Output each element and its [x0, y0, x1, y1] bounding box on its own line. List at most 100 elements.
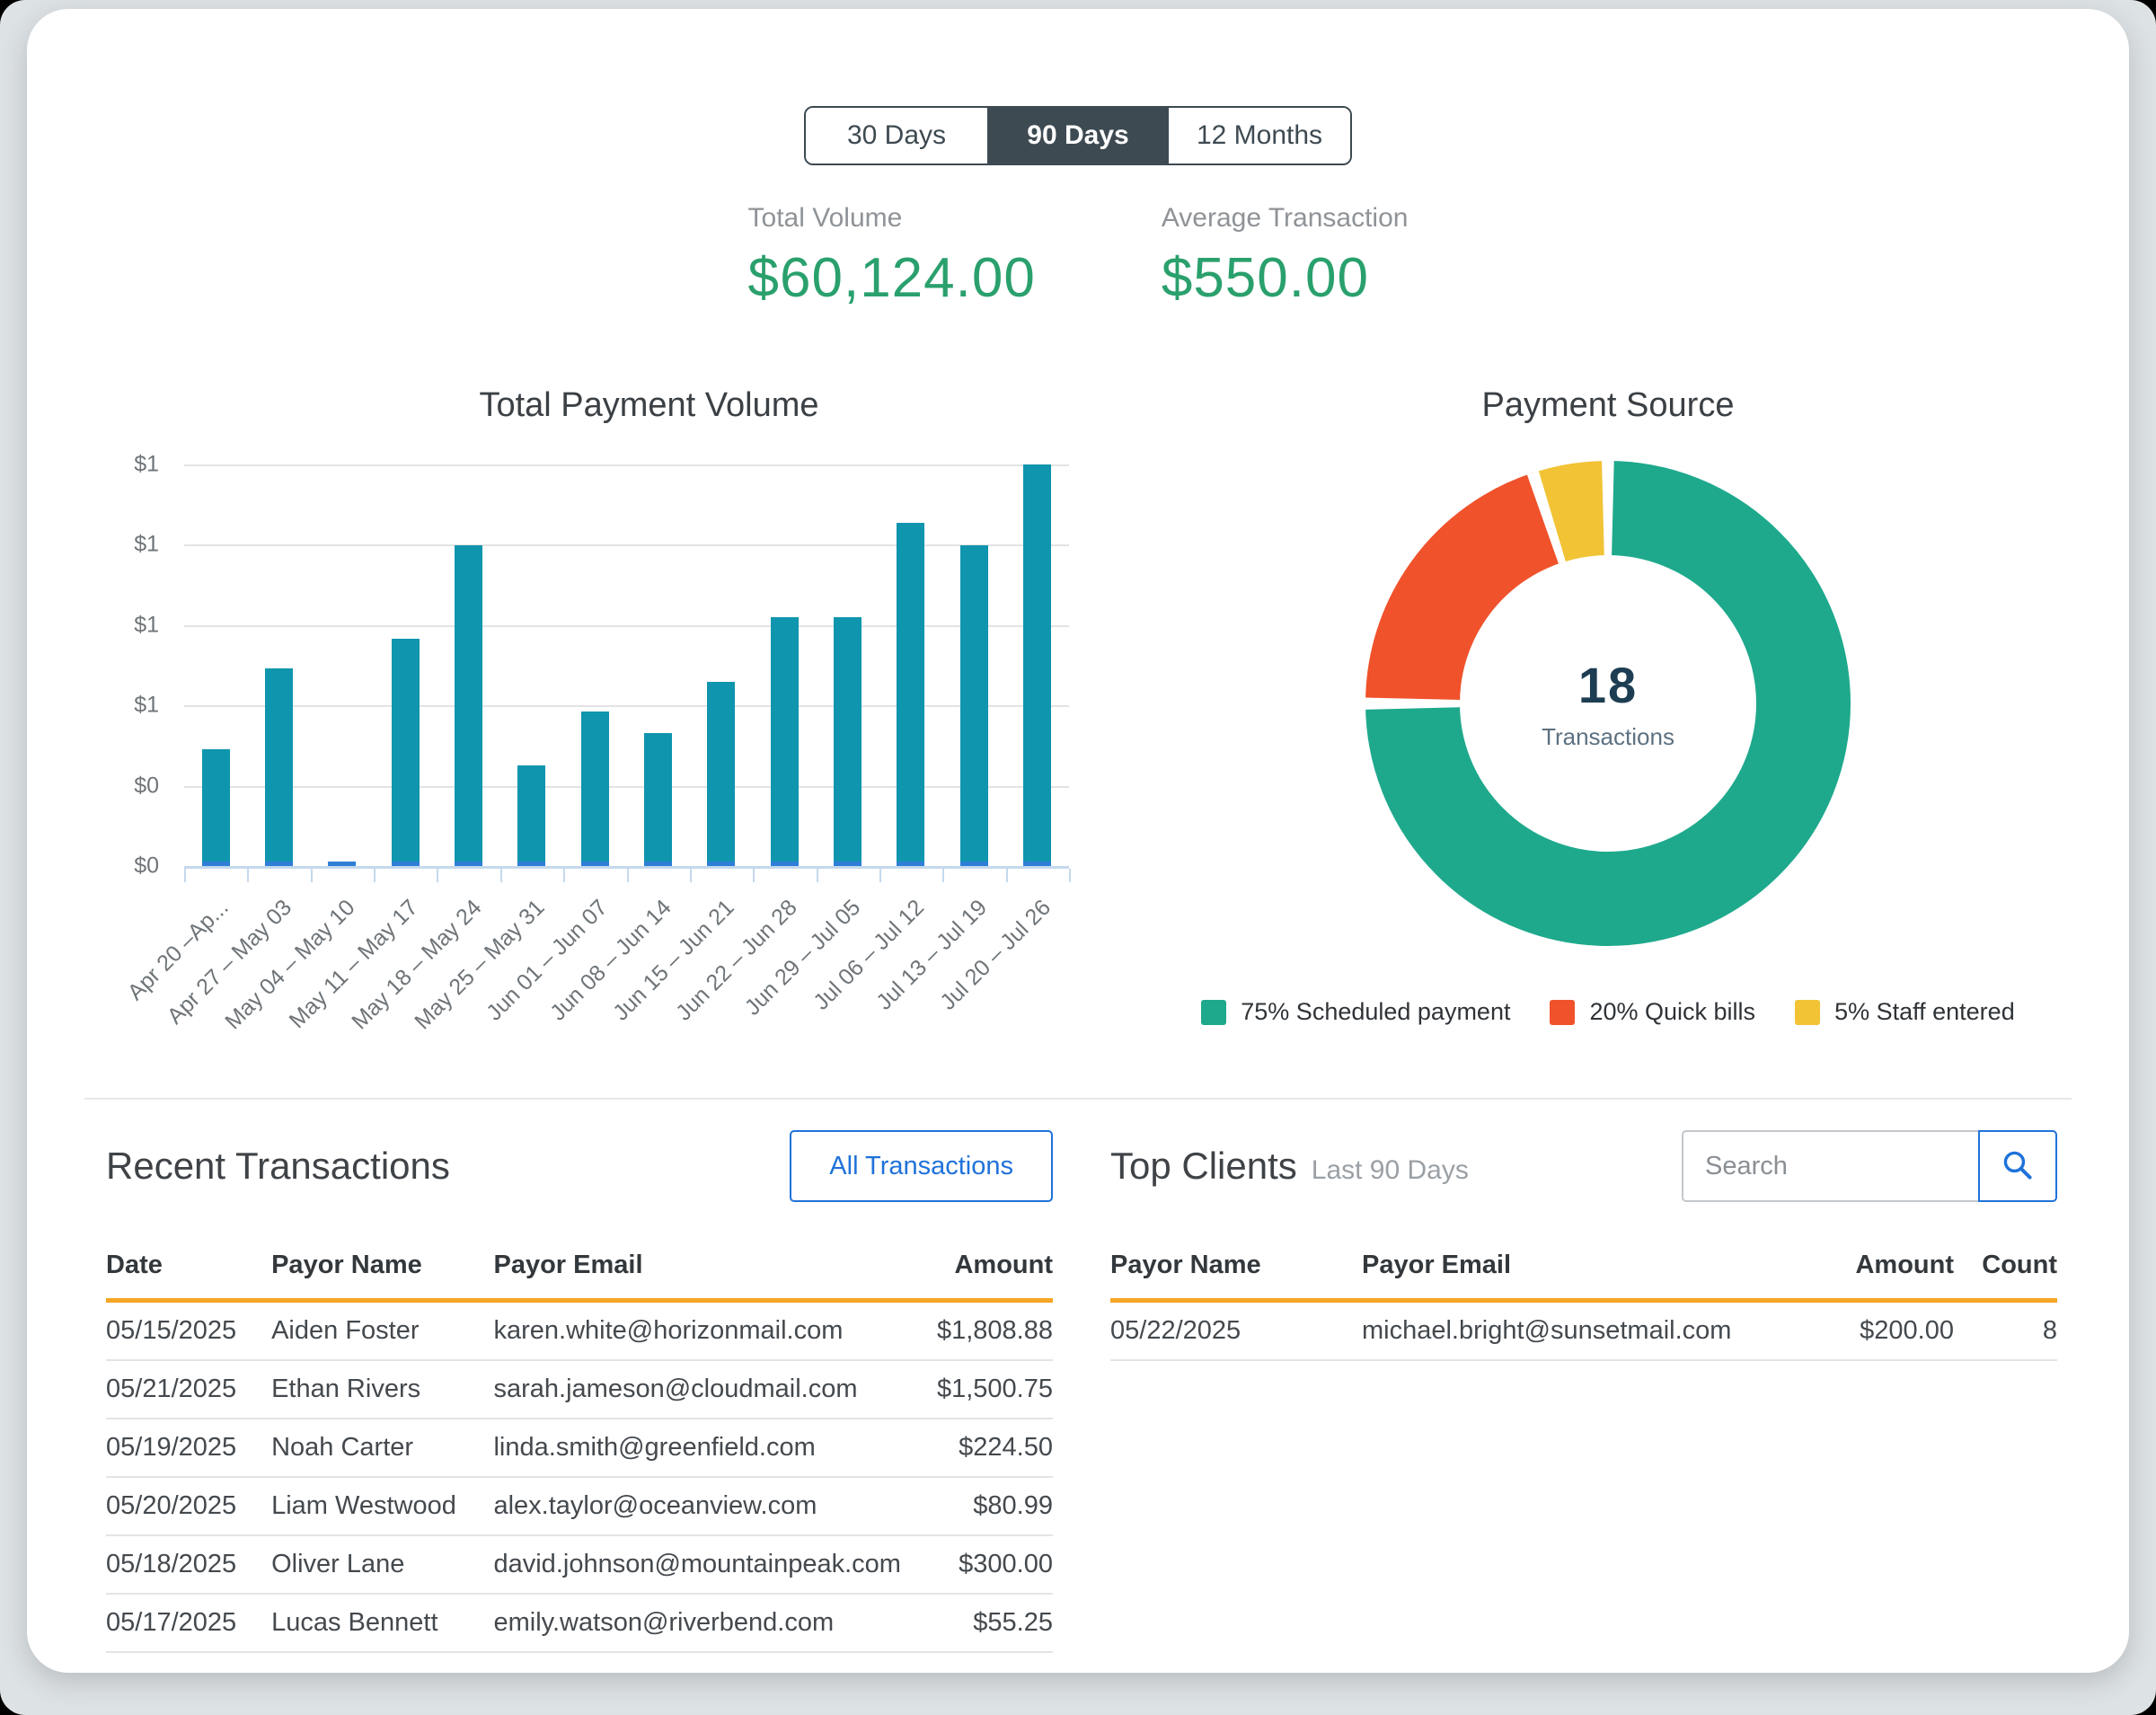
bar-jun-22-jun-28: [771, 617, 799, 866]
bar-chart-title: Total Payment Volume: [184, 386, 1114, 425]
section-divider: [84, 1098, 2072, 1100]
bar-jun-15-jun-21: [707, 682, 735, 866]
cell-count: 8: [1954, 1301, 2057, 1361]
cell-email: david.johnson@mountainpeak.com: [493, 1535, 900, 1594]
column-header-payor-name: Payor Name: [1110, 1236, 1362, 1301]
legend-item-20-quick-bills: 20% Quick bills: [1550, 998, 1755, 1026]
cell-email: michael.bright@sunsetmail.com: [1362, 1301, 1783, 1361]
cell-name: Oliver Lane: [271, 1535, 493, 1594]
cell-name: 05/22/2025: [1110, 1301, 1362, 1361]
cell-amount: $224.50: [901, 1419, 1053, 1477]
bar-chart-panel: Total Payment Volume $1$1$1$1$0$0 Apr 20…: [99, 386, 1114, 1062]
transaction-row: 05/17/2025Lucas Bennettemily.watson@rive…: [106, 1594, 1053, 1652]
cell-amount: $200.00: [1783, 1301, 1954, 1361]
axis-tick: [184, 869, 186, 882]
axis-tick: [374, 869, 376, 882]
legend-swatch: [1550, 1000, 1575, 1025]
bar-apr-27-may-03: [265, 668, 293, 866]
bar-jun-01-jun-07: [581, 712, 609, 866]
y-axis-tick-label: $1: [134, 452, 159, 478]
top-clients-heading: Top Clients Last 90 Days: [1110, 1145, 1469, 1188]
stat-value: $60,124.00: [748, 246, 1036, 310]
stat-label: Total Volume: [748, 203, 1036, 234]
legend-label: 5% Staff entered: [1834, 998, 2015, 1026]
client-search: [1682, 1130, 2057, 1202]
column-header-payor-name: Payor Name: [271, 1236, 493, 1301]
donut-chart-title: Payment Source: [1186, 386, 2030, 425]
cell-email: linda.smith@greenfield.com: [493, 1419, 900, 1477]
transaction-row: 05/18/2025Oliver Lanedavid.johnson@mount…: [106, 1535, 1053, 1594]
legend-swatch: [1201, 1000, 1226, 1025]
cell-amount: $1,500.75: [901, 1360, 1053, 1419]
stat-total-volume: Total Volume $60,124.00: [748, 203, 1036, 310]
transaction-row: 05/21/2025Ethan Riverssarah.jameson@clou…: [106, 1360, 1053, 1419]
x-axis: [184, 866, 1069, 882]
axis-tick: [879, 869, 881, 882]
cell-email: alex.taylor@oceanview.com: [493, 1477, 900, 1535]
axis-tick: [1069, 869, 1071, 882]
tab-12-months[interactable]: 12 Months: [1169, 108, 1350, 164]
all-transactions-button[interactable]: All Transactions: [790, 1130, 1053, 1202]
bar-may-11-may-17: [392, 639, 420, 866]
bar-may-18-may-24: [455, 545, 482, 866]
x-axis-label: Jul 20 – Jul 26: [935, 895, 1056, 1016]
legend-item-75-scheduled-payment: 75% Scheduled payment: [1201, 998, 1510, 1026]
axis-tick: [627, 869, 629, 882]
top-clients-subtitle: Last 90 Days: [1312, 1155, 1469, 1185]
recent-transactions-title: Recent Transactions: [106, 1145, 450, 1188]
tables-row: Recent Transactions All Transactions Dat…: [106, 1127, 2057, 1653]
axis-tick: [563, 869, 565, 882]
bar-jun-29-jul-05: [834, 617, 862, 866]
axis-tick: [500, 869, 502, 882]
donut-svg: [1356, 452, 1860, 955]
column-header-count: Count: [1954, 1236, 2057, 1301]
legend-swatch: [1795, 1000, 1820, 1025]
donut-chart-panel: Payment Source 18 Transactions 75% Sched…: [1186, 386, 2030, 1026]
y-axis-tick-label: $1: [134, 612, 159, 638]
app-background: 30 Days90 Days12 Months Total Volume $60…: [0, 0, 2156, 1715]
axis-tick: [942, 869, 944, 882]
cell-date: 05/21/2025: [106, 1360, 271, 1419]
tab-30-days[interactable]: 30 Days: [806, 108, 987, 164]
legend-label: 75% Scheduled payment: [1241, 998, 1510, 1026]
bar-jun-08-jun-14: [644, 733, 672, 866]
axis-tick: [753, 869, 755, 882]
recent-transactions-table: DatePayor NamePayor EmailAmount 05/15/20…: [106, 1236, 1053, 1653]
axis-tick: [437, 869, 438, 882]
cell-amount: $55.25: [901, 1594, 1053, 1652]
search-button[interactable]: [1978, 1130, 2057, 1202]
top-clients-table: Payor NamePayor EmailAmountCount 05/22/2…: [1110, 1236, 2057, 1361]
summary-stats: Total Volume $60,124.00 Average Transact…: [27, 203, 2129, 310]
stat-value: $550.00: [1162, 246, 1409, 310]
charts-row: Total Payment Volume $1$1$1$1$0$0 Apr 20…: [27, 370, 2129, 1098]
legend-item-5-staff-entered: 5% Staff entered: [1795, 998, 2015, 1026]
x-axis-labels: Apr 20 –Ap...Apr 27 – May 03May 04 – May…: [184, 882, 1069, 1062]
recent-transactions-section: Recent Transactions All Transactions Dat…: [106, 1127, 1053, 1653]
cell-name: Noah Carter: [271, 1419, 493, 1477]
cell-date: 05/15/2025: [106, 1301, 271, 1361]
bar-may-25-may-31: [517, 765, 545, 866]
axis-tick: [311, 869, 313, 882]
cell-name: Aiden Foster: [271, 1301, 493, 1361]
bar-jul-13-jul-19: [960, 545, 988, 866]
axis-tick: [1006, 869, 1008, 882]
cell-date: 05/18/2025: [106, 1535, 271, 1594]
transaction-row: 05/20/2025Liam Westwoodalex.taylor@ocean…: [106, 1477, 1053, 1535]
column-header-date: Date: [106, 1236, 271, 1301]
y-axis-tick-label: $0: [134, 853, 159, 880]
search-input[interactable]: [1682, 1130, 1978, 1202]
legend-label: 20% Quick bills: [1589, 998, 1755, 1026]
y-axis-tick-label: $1: [134, 532, 159, 558]
bar-apr-20-ap: [202, 749, 230, 866]
axis-tick: [690, 869, 692, 882]
x-axis-label: Jul 06 – Jul 12: [808, 895, 930, 1016]
top-clients-section: Top Clients Last 90 Days: [1110, 1127, 2057, 1653]
cell-amount: $1,808.88: [901, 1301, 1053, 1361]
column-header-payor-email: Payor Email: [493, 1236, 900, 1301]
top-clients-title: Top Clients: [1110, 1145, 1297, 1187]
y-axis-tick-label: $0: [134, 773, 159, 799]
tab-90-days[interactable]: 90 Days: [987, 108, 1169, 164]
cell-email: sarah.jameson@cloudmail.com: [493, 1360, 900, 1419]
axis-tick: [817, 869, 818, 882]
cell-name: Ethan Rivers: [271, 1360, 493, 1419]
